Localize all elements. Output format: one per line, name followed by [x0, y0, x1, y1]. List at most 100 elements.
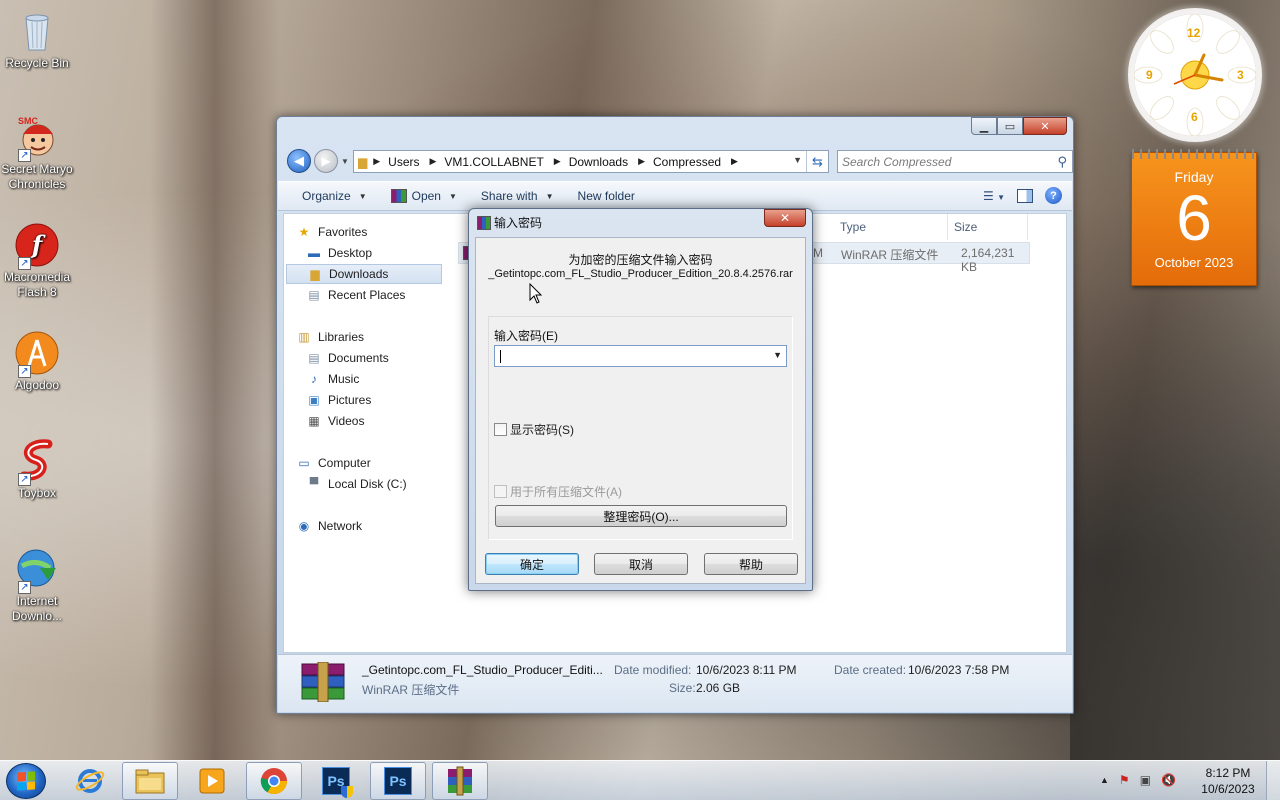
desktop-icon-flash[interactable]: f ↗ Macromedia Flash 8: [0, 222, 74, 300]
desktop-icon-toybox[interactable]: ↗ Toybox: [0, 438, 74, 501]
checkbox-box[interactable]: [494, 485, 507, 498]
taskbar-photoshop-pinned[interactable]: Ps: [308, 762, 364, 800]
show-desktop-button[interactable]: [1266, 761, 1280, 800]
back-button[interactable]: ◀: [287, 149, 311, 173]
breadcrumb[interactable]: ▶ VM1.COLLABNET: [430, 155, 544, 169]
nav-libraries[interactable]: ▥ Libraries: [296, 327, 452, 347]
chevron-right-icon[interactable]: ▶: [430, 156, 437, 167]
breadcrumb-downloads[interactable]: Downloads: [569, 155, 628, 169]
column-header-type[interactable]: Type: [834, 214, 948, 240]
navigation-pane: ★ Favorites ▬ Desktop ▆ Downloads ▤ Recent P…: [284, 214, 442, 652]
clock-gadget[interactable]: 12 3 6 9: [1134, 14, 1256, 136]
nav-label: Network: [318, 519, 363, 533]
password-field[interactable]: ▼: [494, 345, 787, 367]
forward-button[interactable]: ▶: [314, 149, 338, 173]
minimize-button[interactable]: ▁: [971, 117, 997, 135]
breadcrumb[interactable]: ▶ Compressed: [638, 155, 721, 169]
preview-pane-icon[interactable]: [1017, 188, 1033, 203]
view-controls: ☰ ▼ ?: [971, 187, 1062, 204]
desktop-icon-secret-maryo[interactable]: SMC ↗ Secret Maryo Chronicles: [0, 114, 74, 192]
refresh-icon[interactable]: ⇆: [806, 151, 828, 172]
network-status-icon[interactable]: ▣: [1140, 773, 1151, 787]
address-bar[interactable]: ▆ ▶ Users ▶ VM1.COLLABNET ▶ Downloads ▶ Comp…: [353, 150, 829, 173]
desktop-icon-recycle-bin[interactable]: Recycle Bin: [0, 8, 74, 71]
help-icon[interactable]: ?: [1045, 187, 1062, 204]
taskbar-internet-explorer[interactable]: [62, 762, 118, 800]
nav-videos[interactable]: ▦ Videos: [306, 411, 462, 431]
desktop-icon-label: Secret Maryo Chronicles: [1, 162, 73, 191]
recent-pages-dropdown[interactable]: ▼: [341, 157, 349, 166]
use-for-all-checkbox[interactable]: 用于所有压缩文件(A): [494, 483, 622, 500]
nav-label: Pictures: [328, 393, 372, 407]
file-type-cell: WinRAR 压缩文件: [841, 248, 939, 262]
chevron-down-icon[interactable]: ▼: [773, 350, 782, 360]
photoshop-icon: Ps: [322, 767, 353, 798]
dialog-close-button[interactable]: ✕: [764, 209, 806, 227]
desktop-icon-label: Toybox: [17, 486, 57, 500]
action-center-icon[interactable]: ⚑: [1119, 773, 1130, 787]
start-button[interactable]: [6, 763, 46, 799]
share-with-button[interactable]: Share with ▼: [481, 189, 554, 203]
show-hidden-icons-icon[interactable]: ▲: [1100, 775, 1109, 785]
taskbar-windows-explorer[interactable]: [122, 762, 178, 800]
breadcrumb-vm1[interactable]: VM1.COLLABNET: [444, 155, 543, 169]
address-row: ◀ ▶ ▼ ▆ ▶ Users ▶ VM1.COLLABNET ▶ Downloads…: [285, 149, 1073, 175]
new-folder-button[interactable]: New folder: [578, 189, 635, 203]
change-view-icon[interactable]: ☰ ▼: [983, 189, 1005, 203]
button-label: 取消: [628, 557, 653, 572]
taskbar-winrar[interactable]: [432, 762, 488, 800]
nav-music[interactable]: ♪ Music: [306, 369, 462, 389]
chevron-right-icon[interactable]: ▶: [373, 156, 380, 167]
search-input[interactable]: Search Compressed ⚲: [837, 150, 1073, 173]
nav-pictures[interactable]: ▣ Pictures: [306, 390, 462, 410]
desktop-icon-algodoo[interactable]: ↗ Algodoo: [0, 330, 74, 393]
show-password-checkbox[interactable]: 显示密码(S): [494, 421, 574, 438]
nav-network[interactable]: ◉ Network: [296, 516, 452, 536]
nav-computer[interactable]: ▭ Computer: [296, 453, 452, 473]
taskbar-photoshop[interactable]: Ps: [370, 762, 426, 800]
breadcrumb-compressed[interactable]: Compressed: [653, 155, 721, 169]
breadcrumb-users[interactable]: Users: [388, 155, 419, 169]
nav-recent-places[interactable]: ▤ Recent Places: [306, 285, 462, 305]
chevron-down-icon: ▼: [545, 191, 554, 201]
volume-muted-icon[interactable]: 🔇: [1161, 773, 1176, 787]
clock-number: 12: [1187, 26, 1201, 40]
desktop-icon-idm[interactable]: ↗ Internet Downlo...: [0, 546, 74, 624]
cancel-button[interactable]: 取消: [594, 553, 688, 575]
taskbar-media-player[interactable]: [184, 762, 240, 800]
chevron-right-icon[interactable]: ▶: [554, 156, 561, 167]
help-button[interactable]: 帮助: [704, 553, 798, 575]
address-dropdown[interactable]: ▼: [793, 155, 802, 165]
calendar-month: October 2023: [1154, 255, 1234, 270]
open-button[interactable]: Open ▼: [390, 189, 457, 203]
organize-passwords-button[interactable]: 整理密码(O)...: [495, 505, 787, 527]
organize-button[interactable]: Organize ▼: [302, 189, 367, 203]
clock-time: 8:12 PM: [1205, 766, 1251, 780]
file-date-cell: M: [813, 246, 823, 260]
ok-button[interactable]: 确定: [485, 553, 579, 575]
nav-label: Desktop: [328, 246, 373, 260]
taskbar-clock[interactable]: 8:12 PM 10/6/2023: [1196, 765, 1260, 797]
nav-desktop[interactable]: ▬ Desktop: [306, 243, 462, 263]
close-button[interactable]: ✕: [1023, 117, 1067, 135]
taskbar-chrome[interactable]: [246, 762, 302, 800]
nav-favorites[interactable]: ★ Favorites: [296, 222, 452, 242]
breadcrumb[interactable]: ▶ Users: [373, 155, 419, 169]
column-header-size[interactable]: Size: [948, 214, 1028, 240]
calendar-gadget[interactable]: Friday 6 October 2023: [1131, 149, 1257, 286]
breadcrumb[interactable]: ▶ Downloads: [554, 155, 628, 169]
chevron-right-icon[interactable]: ▶: [731, 156, 738, 167]
password-dialog[interactable]: 输入密码 ✕ 为加密的压缩文件输入密码 _Getintopc.com_FL_St…: [468, 208, 813, 591]
nav-local-disk[interactable]: ▀ Local Disk (C:): [306, 474, 462, 494]
dialog-title-bar: 输入密码: [477, 214, 542, 231]
chevron-right-icon[interactable]: ▶: [638, 156, 645, 167]
nav-documents[interactable]: ▤ Documents: [306, 348, 462, 368]
nav-label: Libraries: [318, 330, 365, 344]
maximize-button[interactable]: ▭: [997, 117, 1023, 135]
secret-maryo-icon: SMC ↗: [14, 114, 60, 162]
checkbox-box[interactable]: [494, 423, 507, 436]
details-pane: _Getintopc.com_FL_Studio_Producer_Editi.…: [278, 654, 1072, 712]
checkbox-label: 用于所有压缩文件(A): [510, 485, 622, 499]
nav-downloads[interactable]: ▆ Downloads: [286, 264, 442, 284]
search-icon[interactable]: ⚲: [1057, 154, 1067, 170]
